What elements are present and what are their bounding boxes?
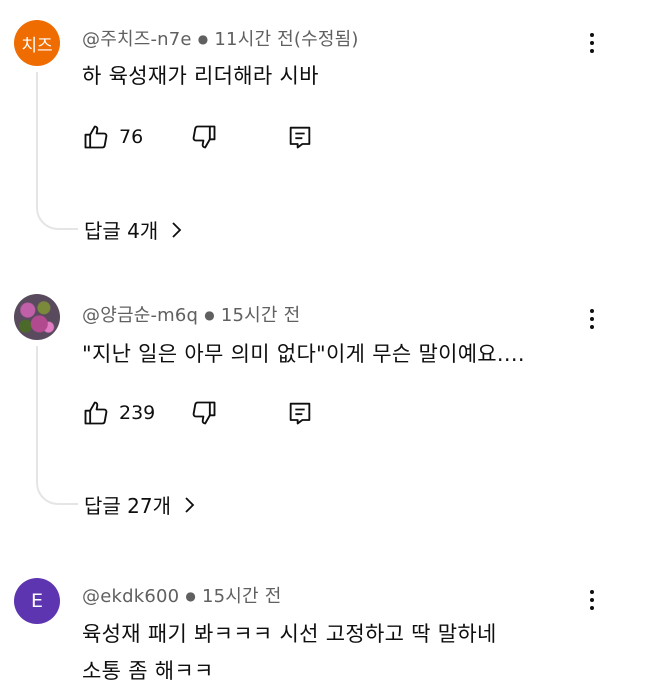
replies-label: 답글 27개 [84,494,172,518]
like-button[interactable]: 76 [82,121,143,153]
avatar-initials: E [30,590,43,612]
more-vertical-icon[interactable] [580,30,604,56]
like-count: 239 [119,402,156,424]
chevron-right-icon [172,221,182,238]
separator-dot: ● [204,308,215,322]
thumbs-down-icon [192,125,216,149]
comment-time: 15시간 전 [220,305,301,326]
comment-text-line: 소통 좀 해ㅋㅋ [82,659,214,683]
comment-meta: @양금순-m6q ● 15시간 전 [82,301,300,327]
comment-text-line: 육성재 패기 봐ㅋㅋㅋ 시선 고정하고 딱 말하네 [82,622,497,646]
like-button[interactable]: 239 [82,397,155,429]
thumbs-down-icon [192,401,216,425]
more-vertical-icon[interactable] [580,587,604,613]
comment-author[interactable]: @양금순-m6q [82,305,198,326]
thread-line [36,72,78,230]
thread-line [36,346,78,505]
thumbs-up-icon [84,401,108,425]
more-vertical-icon[interactable] [580,306,604,332]
view-replies-button[interactable]: 답글 27개 [84,490,195,519]
comment-meta: @ekdk600 ● 15시간 전 [82,582,282,608]
avatar-initials: 치즈 [21,35,53,56]
comment-text: 하 육성재가 리더해라 시바 [82,64,319,88]
comment-author[interactable]: @ekdk600 [82,586,179,607]
dislike-button[interactable] [190,121,218,153]
reply-comment-icon [289,126,311,149]
thumbs-up-icon [84,125,108,149]
comment-text: "지난 일은 아무 의미 없다"이게 무슨 말이예요.... [82,342,525,366]
comment-time: 15시간 전 [201,586,282,607]
comment-time: 11시간 전(수정됨) [214,29,359,50]
dislike-button[interactable] [190,397,218,429]
comment-meta: @주치즈-n7e ● 11시간 전(수정됨) [82,25,359,51]
view-replies-button[interactable]: 답글 4개 [84,215,182,244]
comment-author[interactable]: @주치즈-n7e [82,29,192,50]
avatar[interactable] [14,294,60,340]
replies-label: 답글 4개 [84,219,159,243]
separator-dot: ● [197,32,209,46]
avatar[interactable]: 치즈 [14,20,60,66]
reply-comment-icon [289,402,311,425]
chevron-right-icon [185,496,195,513]
reply-button[interactable] [286,121,314,153]
avatar[interactable]: E [14,578,60,624]
separator-dot: ● [185,589,196,603]
like-count: 76 [119,126,144,148]
reply-button[interactable] [286,397,314,429]
